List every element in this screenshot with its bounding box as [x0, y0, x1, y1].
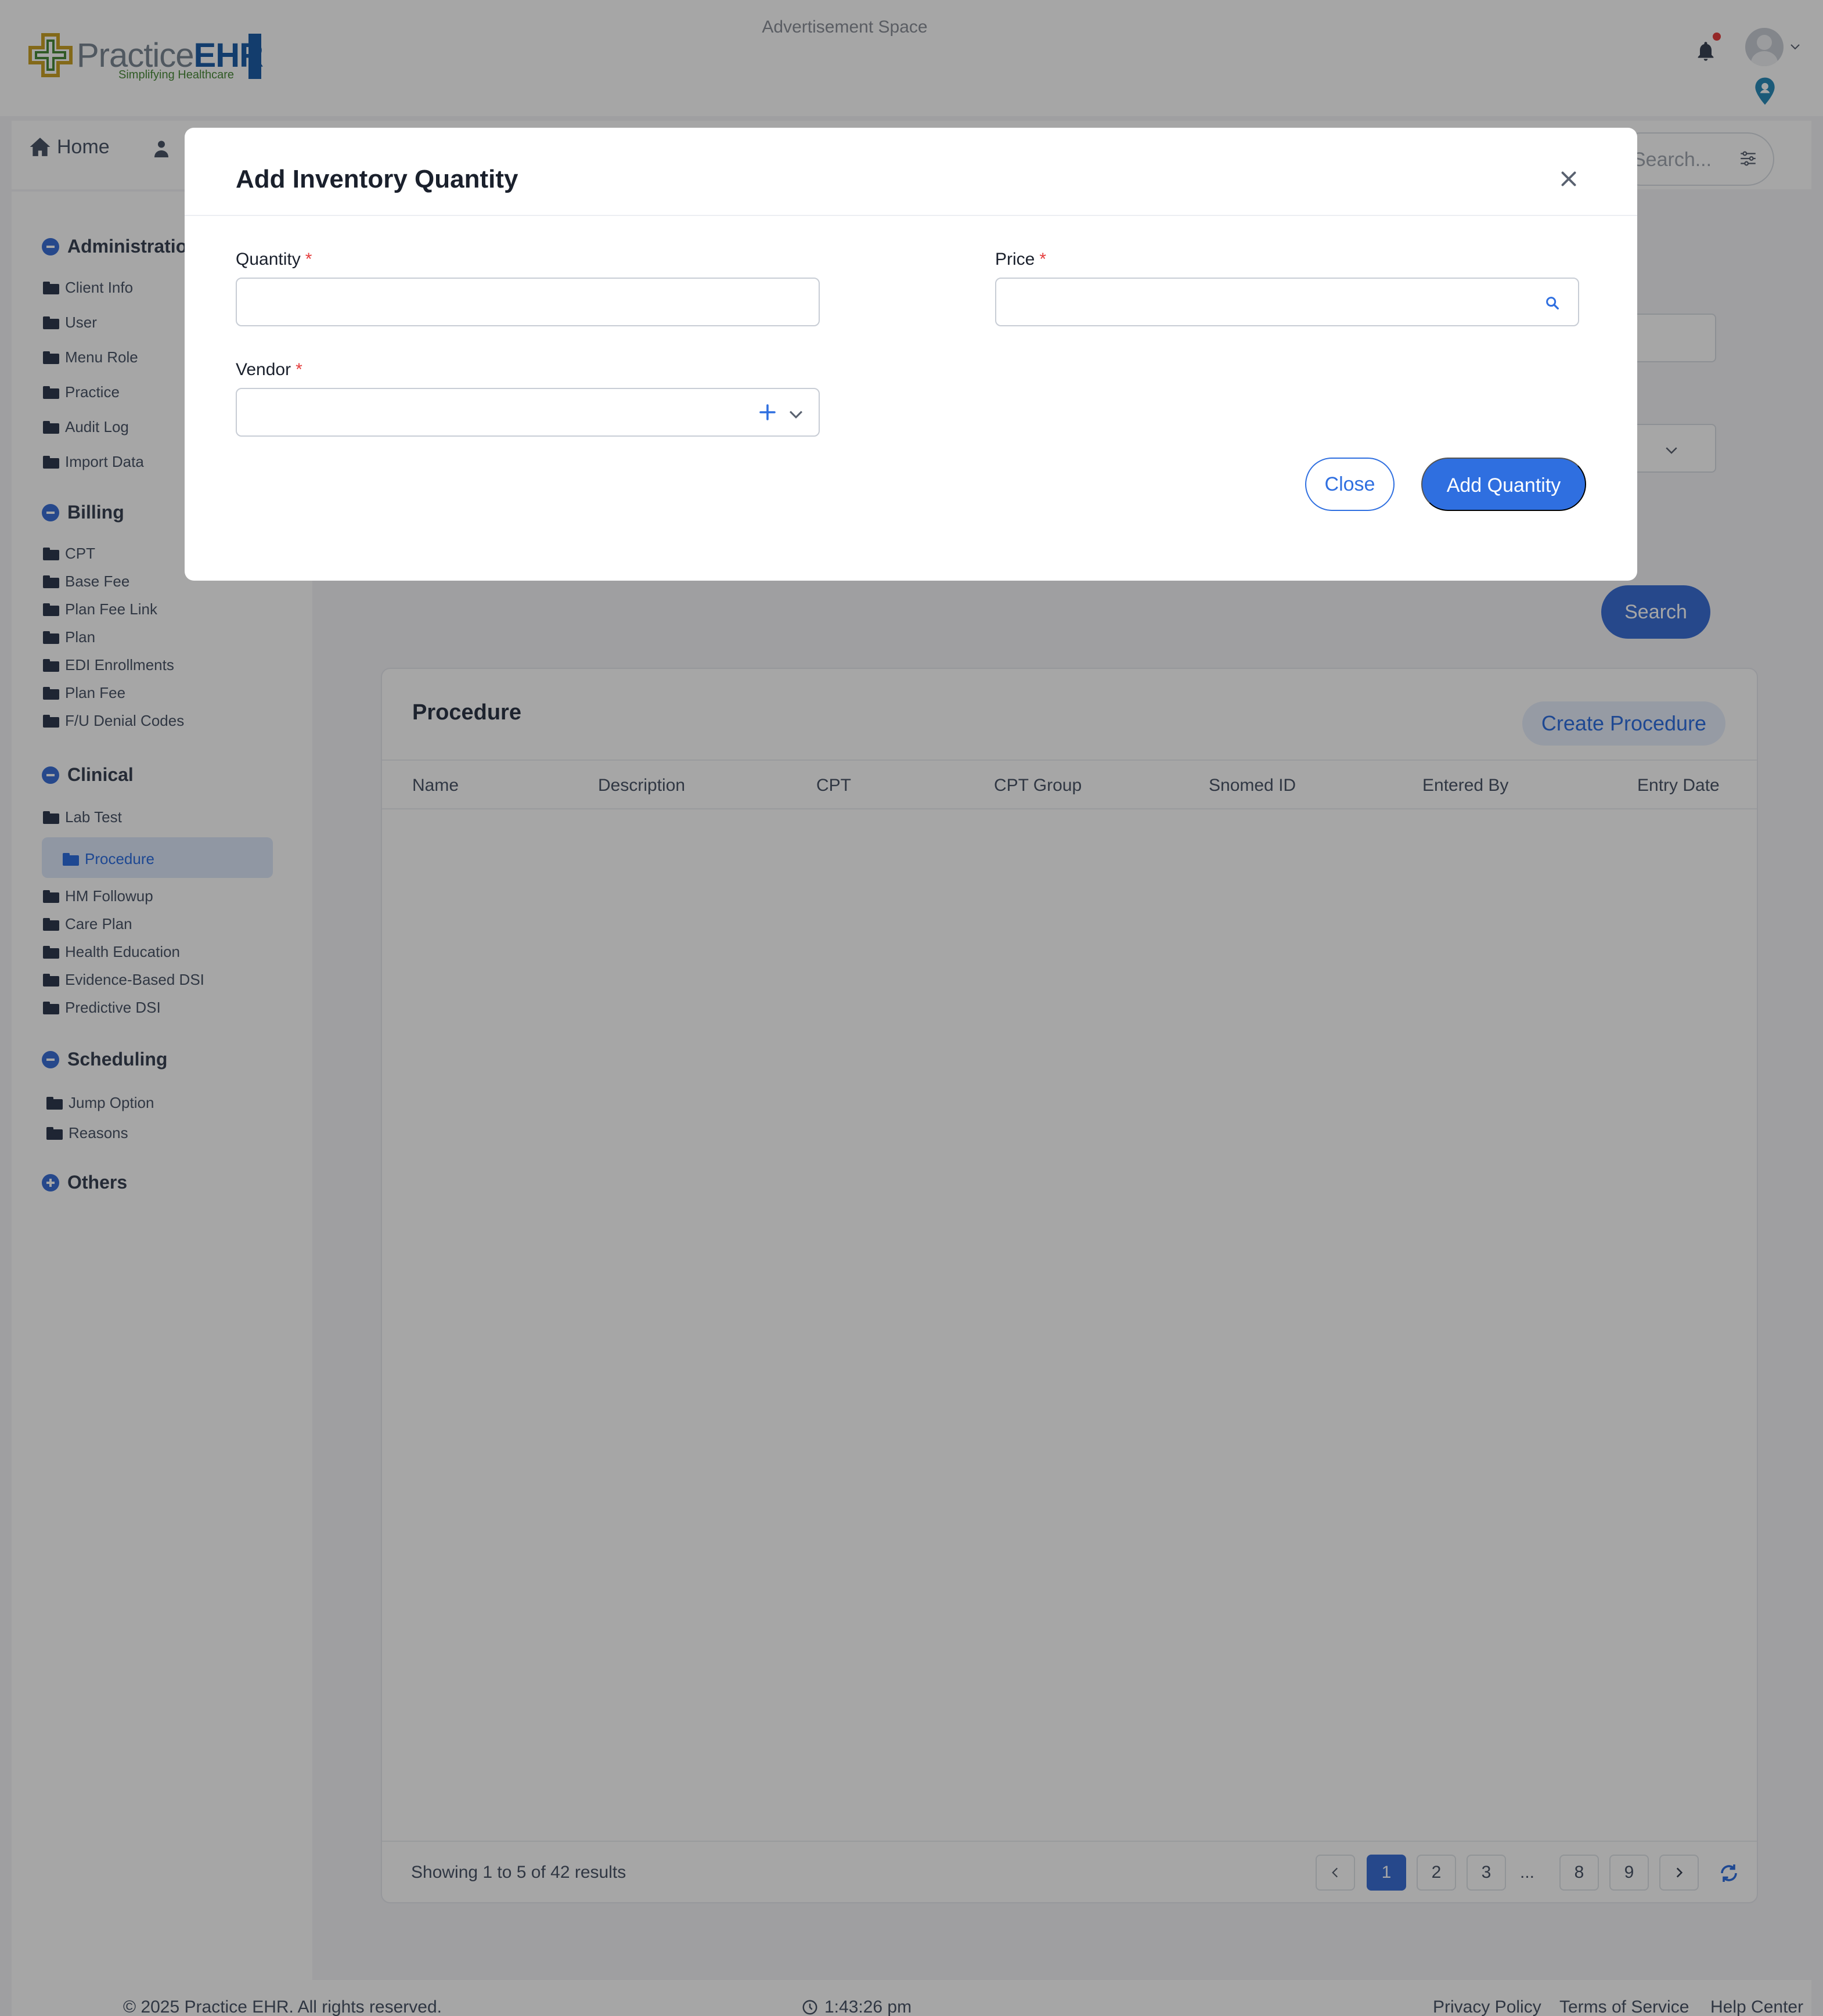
- price-input[interactable]: [996, 279, 1578, 325]
- quantity-field[interactable]: [236, 278, 820, 326]
- vendor-label: Vendor *: [236, 360, 302, 380]
- modal-divider: [185, 215, 1637, 216]
- quantity-label: Quantity *: [236, 250, 312, 269]
- price-label-text: Price: [995, 250, 1035, 269]
- required-mark: *: [296, 360, 302, 379]
- quantity-input[interactable]: [237, 279, 819, 325]
- price-field[interactable]: [995, 278, 1579, 326]
- add-vendor-plus-icon[interactable]: [757, 402, 778, 423]
- vendor-select[interactable]: [236, 388, 820, 437]
- close-icon[interactable]: [1558, 168, 1579, 189]
- price-label: Price *: [995, 250, 1046, 269]
- add-quantity-button[interactable]: Add Quantity: [1421, 458, 1586, 511]
- chevron-down-icon[interactable]: [786, 404, 806, 424]
- vendor-label-text: Vendor: [236, 360, 291, 379]
- close-button[interactable]: Close: [1305, 458, 1395, 511]
- quantity-label-text: Quantity: [236, 250, 301, 269]
- search-icon[interactable]: [1544, 295, 1561, 311]
- add-inventory-quantity-modal: Add Inventory Quantity Quantity * Price * …: [185, 128, 1637, 581]
- required-mark: *: [1039, 250, 1047, 269]
- modal-title: Add Inventory Quantity: [236, 165, 518, 193]
- required-mark: *: [305, 250, 312, 269]
